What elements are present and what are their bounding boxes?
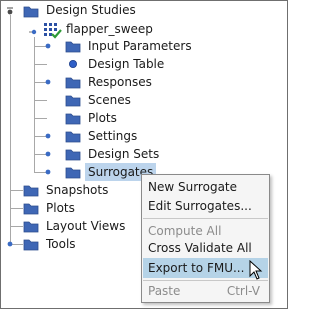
expand-toggle-icon[interactable] bbox=[29, 27, 39, 37]
tree-item-label: Plots bbox=[46, 201, 75, 215]
folder-icon bbox=[65, 41, 81, 53]
menu-item-new-surrogate[interactable]: New Surrogate bbox=[143, 177, 268, 197]
tree-item-label: Input Parameters bbox=[88, 39, 192, 53]
collapse-toggle-icon[interactable] bbox=[5, 7, 15, 17]
tree-item-label: Scenes bbox=[88, 93, 131, 107]
expand-toggle-icon[interactable] bbox=[44, 78, 52, 86]
menu-item-label: New Surrogate bbox=[148, 180, 238, 194]
folder-icon bbox=[23, 203, 39, 215]
menu-item-shortcut: Ctrl-V bbox=[226, 284, 260, 298]
tree-item-label: Plots bbox=[88, 111, 117, 125]
folder-icon bbox=[23, 239, 39, 251]
expand-toggle-icon[interactable] bbox=[44, 168, 52, 176]
tree-item-label: flapper_sweep bbox=[66, 22, 153, 36]
menu-item-cross-validate-all[interactable]: Cross Validate All bbox=[143, 238, 268, 258]
folder-icon bbox=[23, 6, 39, 18]
folder-icon bbox=[65, 167, 81, 179]
expand-toggle-icon[interactable] bbox=[44, 42, 52, 50]
folder-icon bbox=[65, 113, 81, 125]
tree-item-label: Layout Views bbox=[46, 219, 126, 233]
expand-toggle-icon[interactable] bbox=[6, 240, 14, 248]
menu-item-edit-surrogates[interactable]: Edit Surrogates... bbox=[143, 196, 268, 216]
menu-item-label: Edit Surrogates... bbox=[148, 199, 252, 213]
folder-icon bbox=[23, 185, 39, 197]
folder-icon bbox=[23, 221, 39, 233]
folder-icon bbox=[65, 131, 81, 143]
mouse-cursor-icon bbox=[249, 260, 263, 280]
menu-item-label: Export to FMU... bbox=[148, 261, 245, 275]
tree-item-label: Design Sets bbox=[88, 147, 160, 161]
menu-item-label: Paste bbox=[148, 284, 181, 298]
design-study-icon bbox=[44, 23, 62, 39]
tree-item-label: Settings bbox=[88, 129, 138, 143]
menu-item-label: Cross Validate All bbox=[148, 241, 252, 255]
folder-icon bbox=[65, 77, 81, 89]
expand-toggle-icon[interactable] bbox=[44, 132, 52, 140]
expand-toggle-icon[interactable] bbox=[44, 150, 52, 158]
tree-item-label: Snapshots bbox=[46, 183, 109, 197]
tree-item-label: Design Table bbox=[88, 57, 165, 71]
tree-item-label: Design Studies bbox=[46, 3, 136, 17]
folder-icon bbox=[65, 149, 81, 161]
blue-dot-icon bbox=[69, 60, 77, 68]
tree-item-label: Tools bbox=[46, 237, 76, 251]
tree-item-label: Responses bbox=[88, 75, 152, 89]
folder-icon bbox=[65, 95, 81, 107]
context-menu: New Surrogate Edit Surrogates... Compute… bbox=[141, 174, 270, 303]
menu-item-paste: Paste Ctrl-V bbox=[143, 281, 268, 301]
menu-item-label: Compute All bbox=[148, 224, 222, 238]
menu-separator bbox=[143, 218, 268, 219]
